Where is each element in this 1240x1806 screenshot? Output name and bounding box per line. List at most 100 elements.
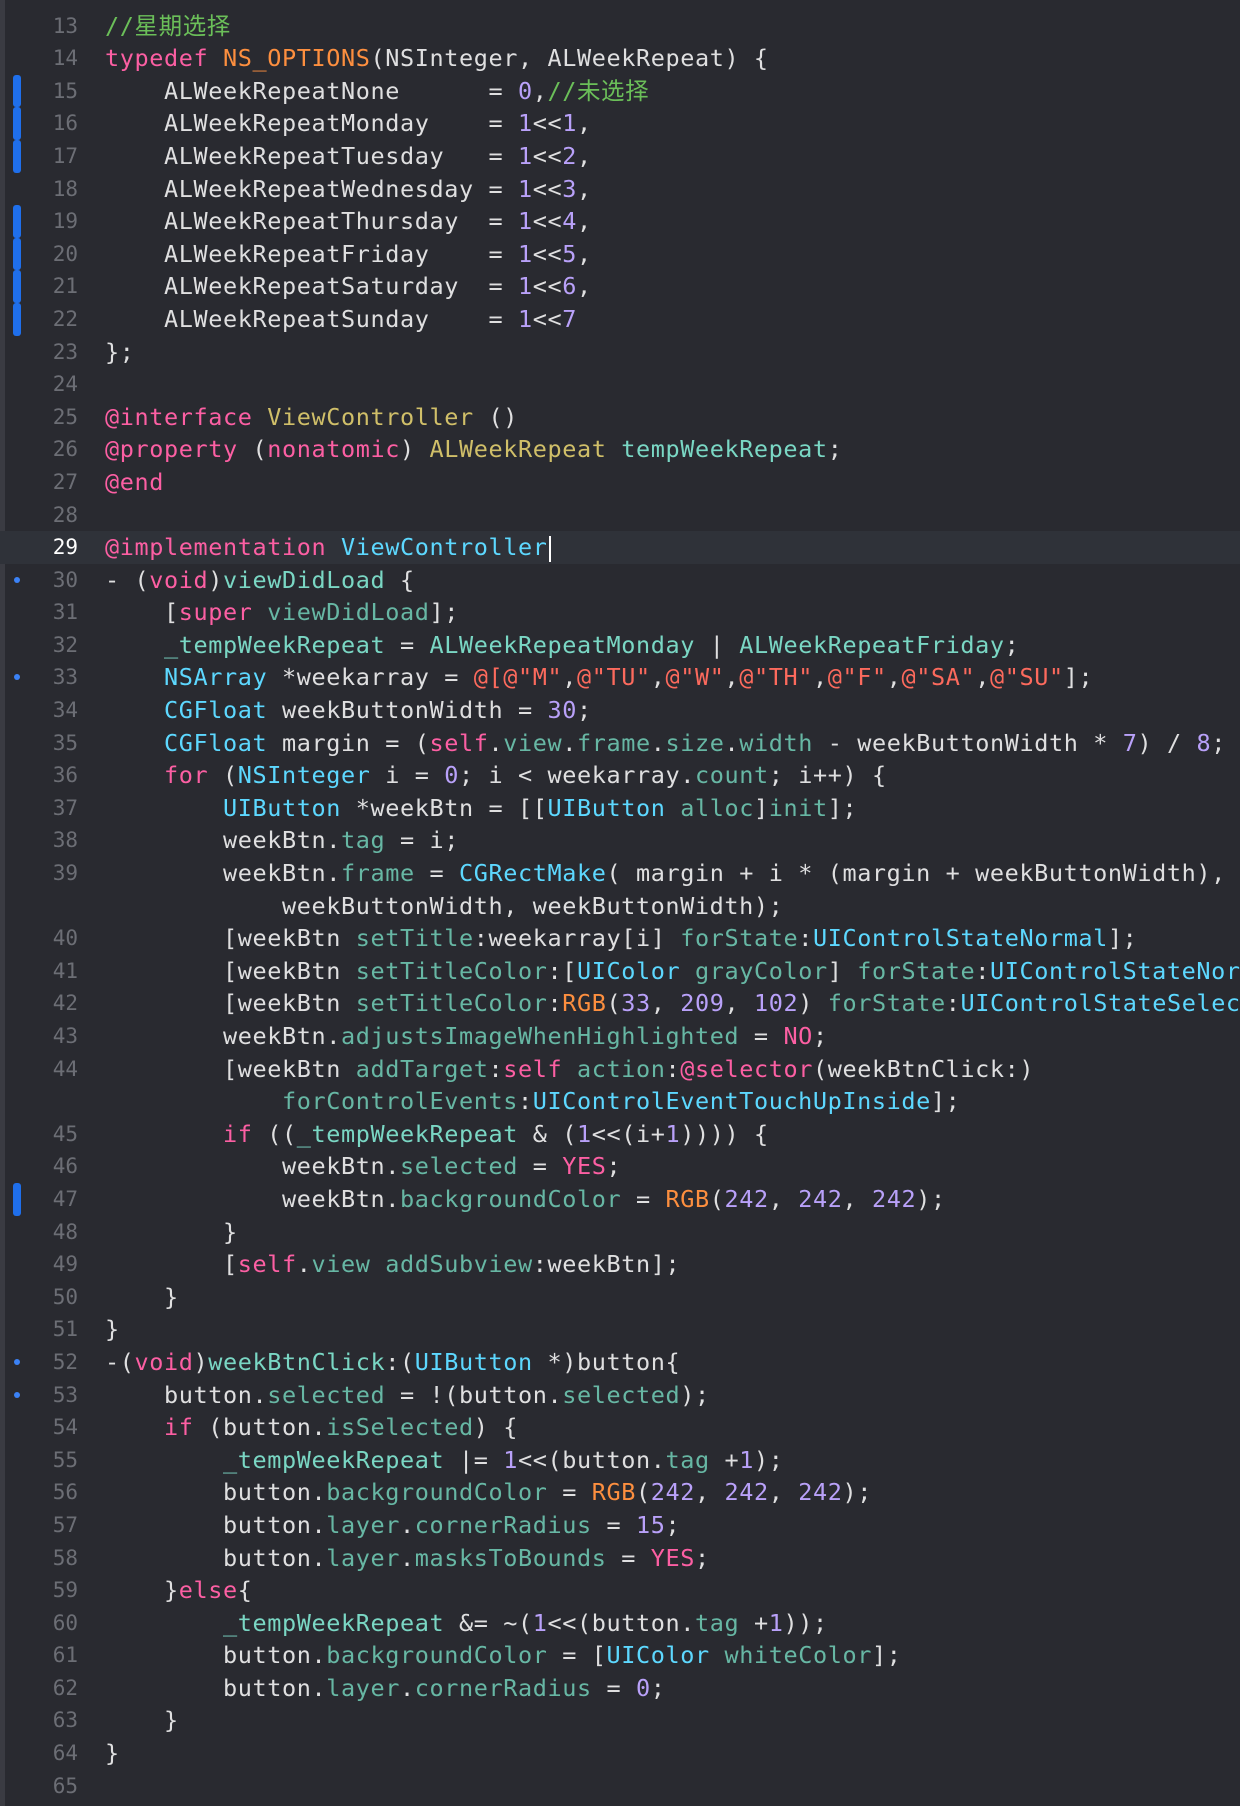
line-number[interactable]: 62 [0,1672,78,1705]
code-line[interactable]: 38 weekBtn.tag = i; [0,824,1240,857]
line-number[interactable]: 57 [0,1509,78,1542]
code-text[interactable]: weekBtn.tag = i; [105,824,459,857]
code-text[interactable]: ALWeekRepeatMonday = 1<<1, [105,107,592,140]
line-number[interactable]: 49 [0,1248,78,1281]
code-text[interactable]: } [105,1281,179,1314]
code-line[interactable]: 24 [0,368,1240,401]
line-number[interactable]: 20 [0,238,78,271]
code-text[interactable]: //星期选择 [105,10,231,43]
code-text[interactable]: weekBtn.backgroundColor = RGB(242, 242, … [105,1183,946,1216]
code-line[interactable]: 57 button.layer.cornerRadius = 15; [0,1509,1240,1542]
line-number[interactable]: 22 [0,303,78,336]
line-number[interactable]: 47 [0,1183,78,1216]
line-number[interactable]: 18 [0,173,78,206]
code-text[interactable]: _tempWeekRepeat = ALWeekRepeatMonday | A… [105,629,1019,662]
code-line[interactable]: 51} [0,1313,1240,1346]
code-text[interactable]: _tempWeekRepeat |= 1<<(button.tag +1); [105,1444,783,1477]
code-text[interactable]: if ((_tempWeekRepeat & (1<<(i+1)))) { [105,1118,769,1151]
code-line[interactable]: 60 _tempWeekRepeat &= ~(1<<(button.tag +… [0,1607,1240,1640]
line-number[interactable]: 64 [0,1737,78,1770]
line-number[interactable]: 48 [0,1216,78,1249]
code-line[interactable]: 37 UIButton *weekBtn = [[UIButton alloc]… [0,792,1240,825]
line-number[interactable]: 36 [0,759,78,792]
code-text[interactable]: NSArray *weekarray = @[@"M",@"TU",@"W",@… [105,661,1093,694]
line-number[interactable]: 30 [0,564,78,597]
code-text[interactable]: button.layer.cornerRadius = 0; [105,1672,665,1705]
line-number[interactable]: 14 [0,42,78,75]
code-line[interactable]: 20 ALWeekRepeatFriday = 1<<5, [0,237,1240,271]
line-number[interactable]: 19 [0,205,78,238]
code-text[interactable]: forControlEvents:UIControlEventTouchUpIn… [105,1085,960,1118]
code-line[interactable]: 47 weekBtn.backgroundColor = RGB(242, 24… [0,1182,1240,1216]
code-line[interactable]: 25 @interface ViewController () [0,401,1240,434]
code-line[interactable]: forControlEvents:UIControlEventTouchUpIn… [0,1085,1240,1118]
code-text[interactable]: weekBtn.adjustsImageWhenHighlighted = NO… [105,1020,828,1053]
code-text[interactable]: ALWeekRepeatTuesday = 1<<2, [105,140,592,173]
code-line[interactable]: 42 [weekBtn setTitleColor:RGB(33, 209, 1… [0,987,1240,1020]
line-number[interactable]: 52 [0,1346,78,1379]
code-text[interactable]: [self.view addSubview:weekBtn]; [105,1248,680,1281]
code-line[interactable]: 27 @end [0,466,1240,499]
code-line[interactable]: weekButtonWidth, weekButtonWidth); [0,890,1240,923]
code-text[interactable]: weekBtn.frame = CGRectMake( margin + i *… [105,857,1240,890]
code-text[interactable]: _tempWeekRepeat &= ~(1<<(button.tag +1))… [105,1607,828,1640]
code-line[interactable]: 13 //星期选择 [0,10,1240,43]
line-number[interactable]: 21 [0,270,78,303]
code-line[interactable]: 15 ALWeekRepeatNone = 0,//未选择 [0,74,1240,108]
code-text[interactable]: } [105,1737,120,1770]
code-text[interactable]: CGFloat margin = (self.view.frame.size.w… [105,727,1226,760]
code-text[interactable]: button.selected = !(button.selected); [105,1379,710,1412]
code-text[interactable]: [weekBtn setTitle:weekarray[i] forState:… [105,922,1137,955]
code-text[interactable]: UIButton *weekBtn = [[UIButton alloc]ini… [105,792,857,825]
line-number[interactable]: 61 [0,1639,78,1672]
line-number[interactable]: 38 [0,824,78,857]
line-number[interactable]: 43 [0,1020,78,1053]
code-line-current[interactable]: 29 @implementation ViewController [0,531,1240,564]
line-number[interactable]: 28 [0,499,78,532]
code-text[interactable]: if (button.isSelected) { [105,1411,518,1444]
line-number[interactable]: 31 [0,596,78,629]
code-text[interactable]: ALWeekRepeatThursday = 1<<4, [105,205,592,238]
line-number[interactable]: 27 [0,466,78,499]
code-text[interactable]: weekButtonWidth, weekButtonWidth); [105,890,783,923]
line-number[interactable]: 42 [0,987,78,1020]
line-number[interactable]: 59 [0,1574,78,1607]
code-text[interactable]: } [105,1704,179,1737]
code-line[interactable]: 19 ALWeekRepeatThursday = 1<<4, [0,205,1240,238]
line-number[interactable] [0,1085,78,1118]
code-text[interactable]: for (NSInteger i = 0; i < weekarray.coun… [105,759,887,792]
line-number[interactable]: 24 [0,368,78,401]
code-line[interactable]: 18 ALWeekRepeatWednesday = 1<<3, [0,173,1240,206]
code-line[interactable]: 54 if (button.isSelected) { [0,1411,1240,1444]
line-number[interactable]: 46 [0,1150,78,1183]
code-line[interactable]: 61 button.backgroundColor = [UIColor whi… [0,1639,1240,1672]
code-line[interactable]: 26 @property (nonatomic) ALWeekRepeat tem… [0,433,1240,466]
code-text[interactable]: [super viewDidLoad]; [105,596,459,629]
code-text[interactable]: CGFloat weekButtonWidth = 30; [105,694,592,727]
code-text[interactable]: button.backgroundColor = RGB(242, 242, 2… [105,1476,872,1509]
code-line[interactable]: 30 - (void)viewDidLoad { [0,564,1240,597]
code-line[interactable]: 48 } [0,1216,1240,1249]
code-text[interactable]: [weekBtn setTitleColor:RGB(33, 209, 102)… [105,987,1240,1020]
line-number[interactable]: 16 [0,107,78,140]
code-text[interactable]: - (void)viewDidLoad { [105,564,415,597]
line-number[interactable]: 54 [0,1411,78,1444]
line-number[interactable]: 37 [0,792,78,825]
code-line[interactable]: 34 CGFloat weekButtonWidth = 30; [0,694,1240,727]
code-line[interactable]: 46 weekBtn.selected = YES; [0,1150,1240,1183]
line-number[interactable]: 44 [0,1053,78,1086]
line-number[interactable]: 26 [0,433,78,466]
code-line[interactable]: 36 for (NSInteger i = 0; i < weekarray.c… [0,759,1240,792]
line-number[interactable]: 12 [0,0,78,10]
code-line[interactable]: 63 } [0,1704,1240,1737]
code-line[interactable]: 43 weekBtn.adjustsImageWhenHighlighted =… [0,1020,1240,1053]
code-line[interactable]: 14 typedef NS_OPTIONS(NSInteger, ALWeekRe… [0,42,1240,75]
code-text[interactable]: button.backgroundColor = [UIColor whiteC… [105,1639,901,1672]
code-line[interactable]: 35 CGFloat margin = (self.view.frame.siz… [0,727,1240,760]
line-number[interactable]: 60 [0,1607,78,1640]
code-line[interactable]: 62 button.layer.cornerRadius = 0; [0,1672,1240,1705]
line-number[interactable]: 33 [0,661,78,694]
code-line[interactable]: 65 [0,1770,1240,1803]
line-number[interactable]: 56 [0,1476,78,1509]
line-number[interactable]: 50 [0,1281,78,1314]
